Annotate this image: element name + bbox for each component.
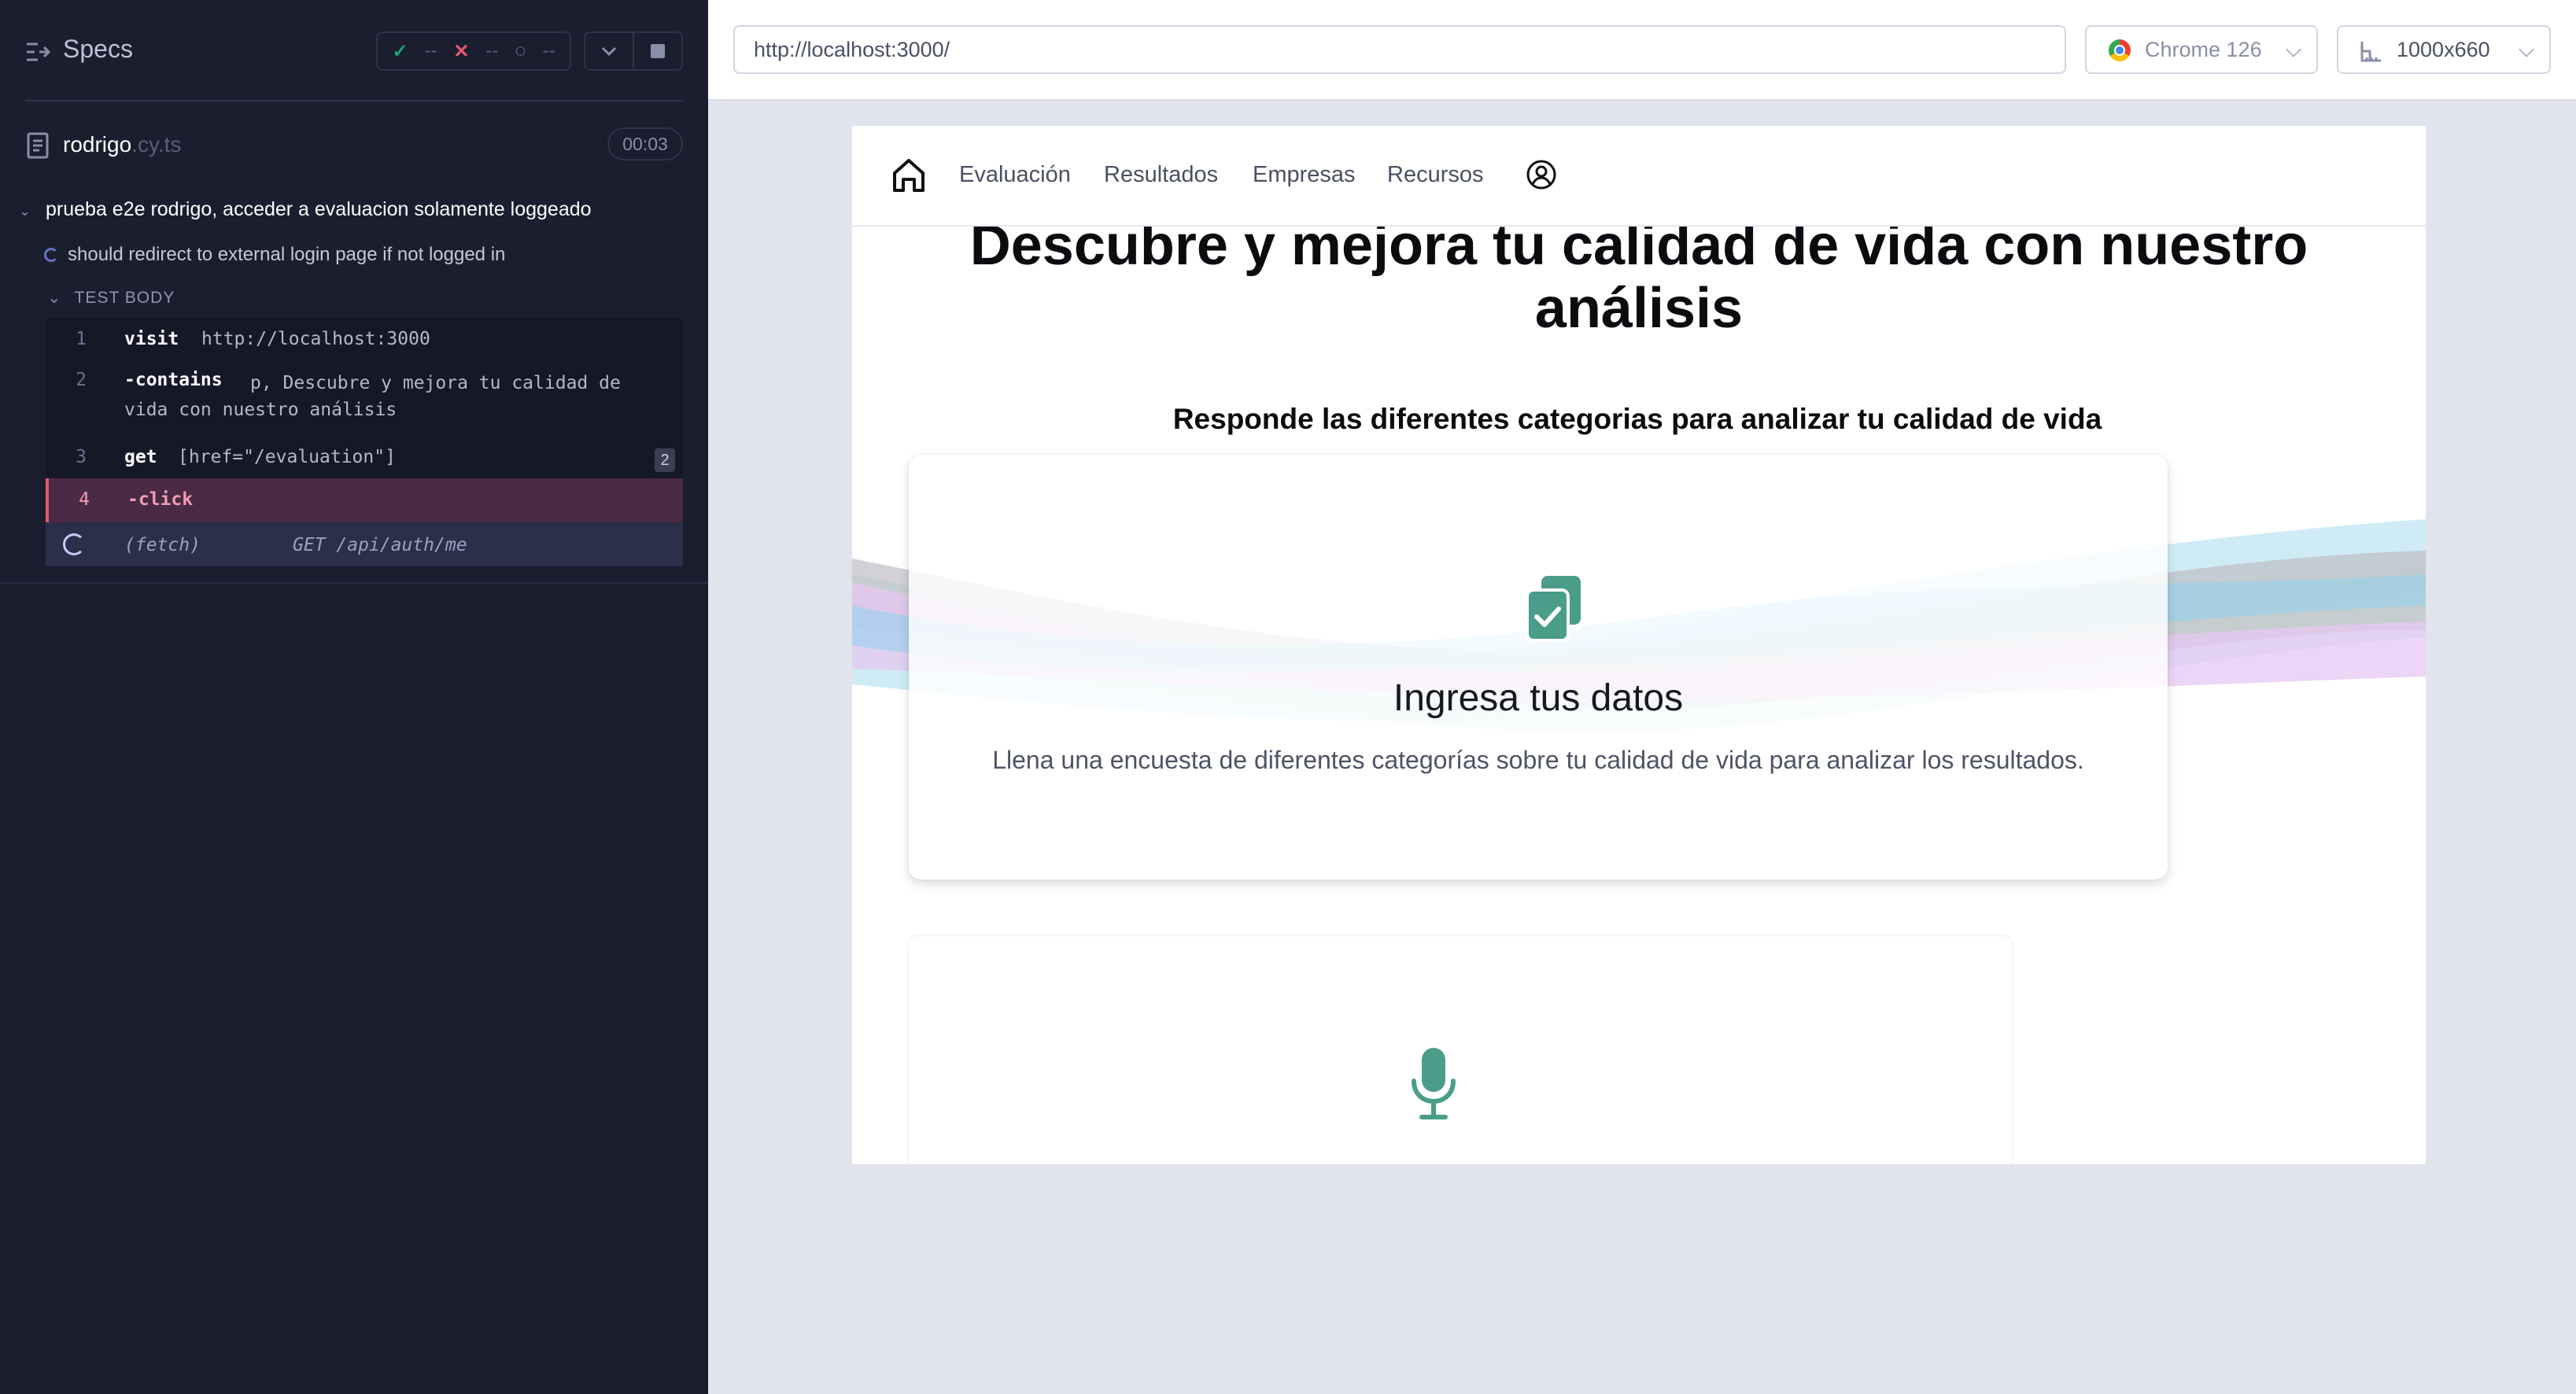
command-message: GET /api/auth/me [293,535,467,555]
test-body-header[interactable]: ⌄ TEST BODY [47,288,175,308]
hero-subtitle: Responde las diferentes categorias para … [1172,403,2102,435]
passed-count: -- [424,40,437,61]
command-name: get [124,447,157,467]
divider [0,582,708,584]
card-description: Llena una encuesta de diferentes categor… [992,746,2084,774]
home-icon[interactable] [890,156,928,194]
command-row-active[interactable]: 4 -click [46,478,683,522]
chevron-down-icon: ⌄ [47,289,62,307]
command-name: visit [124,329,179,349]
command-row[interactable]: 2 -contains p, Descubre y mejora tu cali… [46,362,683,437]
browser-selector[interactable]: Chrome 126 [2085,25,2318,74]
spec-file-ext: .cy.ts [131,132,182,157]
command-row[interactable]: 3 get [href="/evaluation"] 2 [46,437,683,478]
command-message: [href="/evaluation"] [178,447,396,467]
command-number: 1 [76,329,87,349]
viewport-ruler-icon [2360,42,2381,62]
viewport-label: 1000x660 [2397,38,2490,61]
command-log: 1 visit http://localhost:3000 2 -contain… [46,318,683,566]
test-title[interactable]: should redirect to external login page i… [44,244,505,266]
nav-link-empresas[interactable]: Empresas [1253,162,1356,188]
feature-card-voice[interactable] [909,936,2012,1164]
pending-count: -- [542,40,555,61]
nav-link-recursos[interactable]: Recursos [1387,162,1484,188]
chrome-icon [2109,39,2131,61]
spec-file-basename: rodrigo [63,132,132,157]
command-message: http://localhost:3000 [201,329,430,349]
spec-file-row[interactable]: rodrigo.cy.ts 00:03 [0,118,708,173]
command-row-fetch[interactable]: (fetch) GET /api/auth/me [46,522,683,566]
test-title-text: should redirect to external login page i… [68,244,506,265]
nav-link-resultados[interactable]: Resultados [1104,162,1218,188]
command-name: (fetch) [124,535,201,555]
stop-button[interactable] [633,33,681,69]
url-field[interactable]: http://localhost:3000/ [733,25,2066,74]
specs-list-icon[interactable] [25,41,50,63]
suite-title-text: prueba e2e rodrigo, acceder a evaluacion… [46,198,592,220]
test-body-label: TEST BODY [74,289,175,307]
command-number: 4 [79,489,90,510]
loading-spinner-icon [63,533,85,555]
test-stats: ✓ -- ✕ -- ◌ -- [376,31,571,71]
suite-title[interactable]: ⌄ prueba e2e rodrigo, acceder a evaluacio… [19,198,592,221]
command-row[interactable]: 1 visit http://localhost:3000 [46,318,683,362]
command-message: p, Descubre y mejora tu calidad de vida … [124,373,621,420]
failed-count: -- [485,40,499,61]
viewport-selector[interactable]: 1000x660 [2337,25,2551,74]
command-number: 2 [76,370,87,390]
spec-duration: 00:03 [607,127,683,160]
command-number: 3 [76,447,87,467]
collapse-button[interactable] [585,33,633,69]
app-navbar: Evaluación Resultados Empresas Recursos [852,126,2426,227]
chevron-down-icon [2286,42,2301,57]
stop-icon [651,44,665,58]
passed-check-icon: ✓ [392,40,408,62]
specs-label[interactable]: Specs [63,35,133,64]
reporter-panel: Specs ✓ -- ✕ -- ◌ -- rodrigo.cy.ts 00:03… [0,0,708,1394]
microphone-icon [1412,1048,1456,1119]
pending-spinner-icon: ◌ [515,40,526,61]
divider [25,100,683,101]
clipboard-check-icon [1526,576,1581,642]
app-preview: Evaluación Resultados Empresas Recursos … [852,126,2426,1164]
spec-file-name: rodrigo.cy.ts [63,132,181,157]
card-title: Ingresa tus datos [1393,677,1684,719]
document-icon [27,132,49,159]
element-count-badge: 2 [655,448,675,472]
specs-header: Specs ✓ -- ✕ -- ◌ -- [0,0,708,102]
run-controls [584,31,683,71]
command-name: -click [127,489,194,510]
browser-label: Chrome 126 [2145,38,2262,61]
chevron-down-icon [2519,42,2534,57]
nav-link-evaluacion[interactable]: Evaluación [959,162,1071,188]
hero-title: Descubre y mejora tu calidad de vida con… [969,214,2308,340]
runner-toolbar: http://localhost:3000/ Chrome 126 1000x6… [708,0,2576,101]
chevron-down-icon [601,46,617,57]
running-spinner-icon [44,248,58,262]
feature-card-ingresa-datos[interactable]: Ingresa tus datos Llena una encuesta de … [909,455,2168,880]
user-account-icon[interactable] [1526,159,1557,190]
failed-x-icon: ✕ [453,40,470,62]
chevron-down-icon: ⌄ [19,203,31,219]
